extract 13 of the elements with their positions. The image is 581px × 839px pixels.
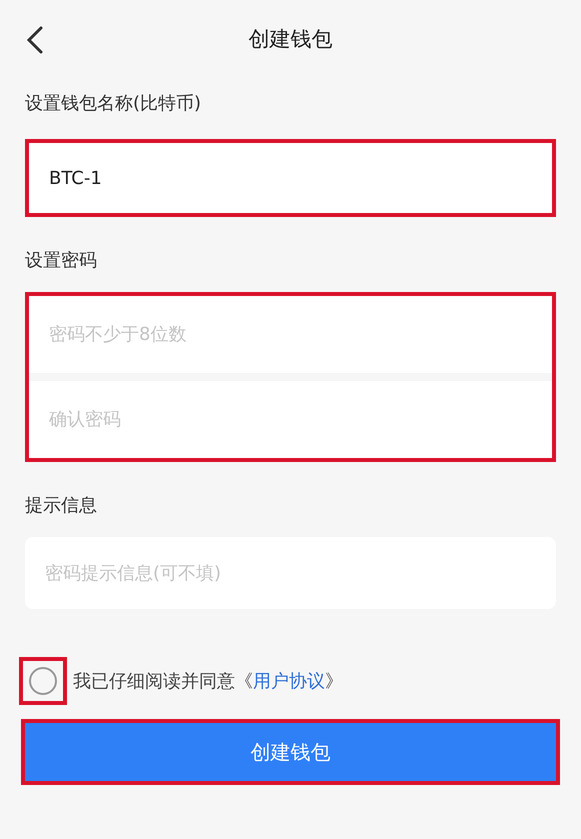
- input-field[interactable]: BTC-1: [29, 143, 552, 213]
- window-title: 创建钱包: [248, 26, 332, 54]
- input-field[interactable]: 密码提示信息(可不填): [25, 537, 556, 609]
- create-wallet-button[interactable]: 创建钱包: [25, 723, 556, 781]
- field-label: 提示信息: [25, 495, 97, 516]
- input-field[interactable]: 确认密码: [29, 381, 552, 458]
- checkbox[interactable]: [29, 667, 57, 695]
- user-agreement-link[interactable]: 用户协议: [253, 670, 325, 692]
- input-field[interactable]: 密码不少于8位数: [29, 296, 552, 373]
- agreement-text: 我已仔细阅读并同意《用户协议》: [73, 670, 343, 694]
- back-icon[interactable]: [26, 26, 44, 54]
- field-label: 设置密码: [25, 250, 97, 271]
- field-label: 设置钱包名称(比特币): [25, 93, 202, 114]
